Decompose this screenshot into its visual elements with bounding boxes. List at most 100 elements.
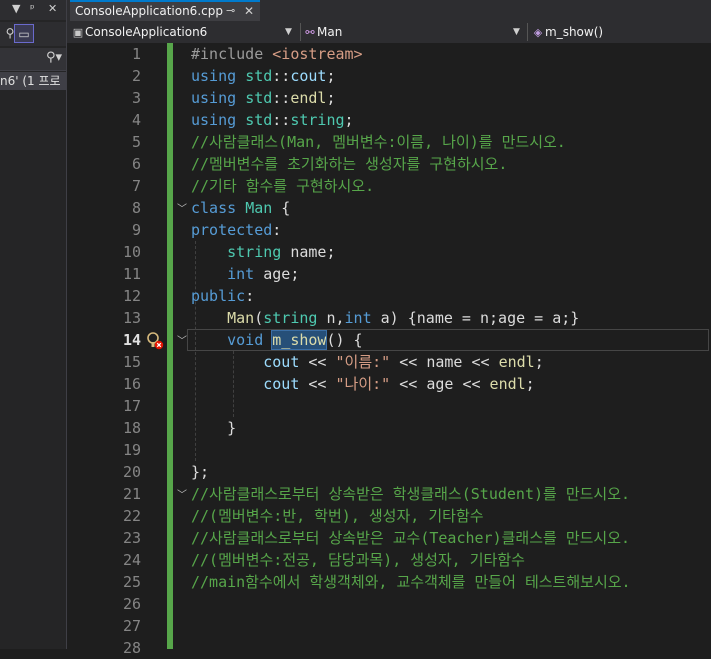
code-line[interactable]: //사람클래스로부터 상속받은 학생클래스(Student)를 만드시오. (191, 483, 630, 505)
code-line[interactable]: void m_show() { (191, 329, 363, 351)
code-token: :: (272, 111, 291, 129)
code-token: //사람클래스로부터 상속받은 학생클래스(Student)를 만드시오. (191, 485, 631, 503)
scope-dropdown-label: Man (317, 25, 343, 39)
code-token: #include (191, 45, 273, 63)
code-token: ; (326, 67, 336, 85)
preview-selected-items-icon[interactable]: ▭ (14, 24, 34, 43)
code-line[interactable]: //main함수에서 학생객체와, 교수객체를 만들어 테스트해보시오. (191, 571, 631, 593)
code-line[interactable]: public: (191, 285, 254, 307)
project-dropdown[interactable]: ▣ ConsoleApplication6 ▼ (71, 23, 297, 41)
code-token: string (290, 111, 345, 129)
line-number: 5 (131, 133, 141, 151)
close-panel-icon[interactable]: ✕ (48, 2, 57, 15)
code-line[interactable]: //사람클래스로부터 상속받은 교수(Teacher)클래스를 만드시오. (191, 527, 630, 549)
tab-consoleapplication6-cpp[interactable]: ConsoleApplication6.cpp ⊸ ✕ (70, 0, 260, 21)
code-line[interactable]: //기타 함수를 구현하시오. (191, 175, 374, 197)
line-number: 15 (122, 353, 141, 371)
code-line[interactable]: } (191, 417, 236, 439)
panel-menu-dropdown-icon[interactable]: ▼ (12, 2, 20, 15)
code-token: () { (326, 331, 363, 349)
code-token: ; (326, 89, 336, 107)
code-token: string (227, 243, 282, 261)
line-number: 2 (131, 67, 141, 85)
line-number: 7 (131, 177, 141, 195)
code-token: : (272, 221, 282, 239)
navigation-bar: ▣ ConsoleApplication6 ▼ ⚯ Man ▼ ◈ m_show() (67, 21, 711, 44)
code-line[interactable]: using std::cout; (191, 65, 336, 87)
code-token: //기타 함수를 구현하시오. (191, 177, 375, 195)
code-line[interactable]: //사람클래스(Man, 멤버변수:이름, 나이)를 만드시오. (191, 131, 566, 153)
code-line[interactable]: Man(string n,int a) {name = n;age = a;} (191, 307, 579, 329)
fold-collapse-icon[interactable]: ﹀ (175, 200, 189, 215)
code-line[interactable]: class Man { (191, 197, 290, 219)
line-number: 9 (131, 221, 141, 239)
code-editor[interactable]: 1 2 3 4 5 6 7 8 9 10 11 12 13 14 15 16 17 18 19 20 21 22 23 24 2… (67, 43, 711, 657)
code-token: int (344, 309, 372, 327)
code-token: string (263, 309, 318, 327)
code-token: cout (263, 375, 300, 393)
search-icon[interactable]: ⚲▾ (46, 50, 62, 65)
pin-tab-icon[interactable]: ⊸ (226, 2, 235, 20)
solution-node[interactable]: n6' (1 프로 (0, 72, 66, 90)
code-line[interactable]: string name; (191, 241, 335, 263)
fold-collapse-icon[interactable]: ﹀ (175, 486, 189, 501)
code-line[interactable]: //(멤버변수:전공, 담당과목), 생성자, 기타함수 (191, 549, 525, 571)
code-token: endl (489, 375, 526, 393)
code-token: :: (272, 67, 291, 85)
solution-explorer-titlebar: ▼ ᵖ ✕ (0, 0, 66, 20)
code-line[interactable]: //멤버변수를 초기화하는 생성자를 구현하시오. (191, 153, 507, 175)
fold-collapse-icon[interactable]: ﹀ (175, 332, 189, 347)
nav-divider (527, 23, 528, 41)
code-token: << (299, 353, 336, 371)
code-token: cout (263, 353, 300, 371)
code-line[interactable]: }; (191, 461, 209, 483)
solution-explorer-panel: ▼ ᵖ ✕ ⚲ ▭ ⚲▾ n6' (1 프로 (0, 0, 67, 649)
code-line[interactable]: using std::endl; (191, 87, 336, 109)
member-dropdown[interactable]: ◈ m_show() (531, 23, 709, 41)
line-number: 16 (122, 375, 141, 393)
code-token: << name << (390, 353, 499, 371)
code-token: { (272, 199, 291, 217)
line-number: 12 (122, 287, 141, 305)
code-token: n, (317, 309, 345, 327)
close-tab-icon[interactable]: ✕ (244, 2, 254, 20)
scope-dropdown[interactable]: ⚯ Man ▼ (303, 23, 525, 41)
code-token: using (191, 111, 246, 129)
line-number: 13 (122, 309, 141, 327)
code-line[interactable]: int age; (191, 263, 299, 285)
line-number: 10 (122, 243, 141, 261)
quick-action-error-icon[interactable] (145, 329, 165, 351)
code-token: : (245, 287, 255, 305)
code-line[interactable]: cout << "나이:" << age << endl; (191, 373, 534, 395)
code-line[interactable]: using std::string; (191, 109, 354, 131)
code-token: "나이:" (335, 375, 391, 393)
code-token: class (191, 199, 246, 217)
code-token: ; (534, 353, 544, 371)
pin-icon[interactable]: ᵖ (30, 2, 35, 15)
line-number: 6 (131, 155, 141, 173)
code-token: using (191, 67, 246, 85)
line-number: 25 (122, 573, 141, 591)
code-token: void (227, 331, 264, 349)
code-token: ( (254, 309, 264, 327)
project-icon: ▣ (72, 26, 84, 39)
code-token: //main함수에서 학생객체와, 교수객체를 만들어 테스트해보시오. (191, 573, 631, 591)
code-token: endl (498, 353, 535, 371)
code-line[interactable]: cout << "이름:" << name << endl; (191, 351, 544, 373)
line-number: 21 (122, 485, 141, 503)
member-dropdown-label: m_show() (545, 25, 604, 39)
chevron-down-icon: ▼ (285, 27, 292, 37)
code-token: protected (191, 221, 273, 239)
code-token: std (245, 67, 273, 85)
line-number: 19 (122, 441, 141, 459)
code-line[interactable]: protected: (191, 219, 281, 241)
code-line[interactable]: #include <iostream> (191, 43, 363, 65)
code-line[interactable]: //(멤버변수:반, 학번), 생성자, 기타함수 (191, 505, 484, 527)
solution-explorer-search[interactable]: ⚲▾ (0, 48, 66, 71)
code-token: cout (290, 67, 327, 85)
